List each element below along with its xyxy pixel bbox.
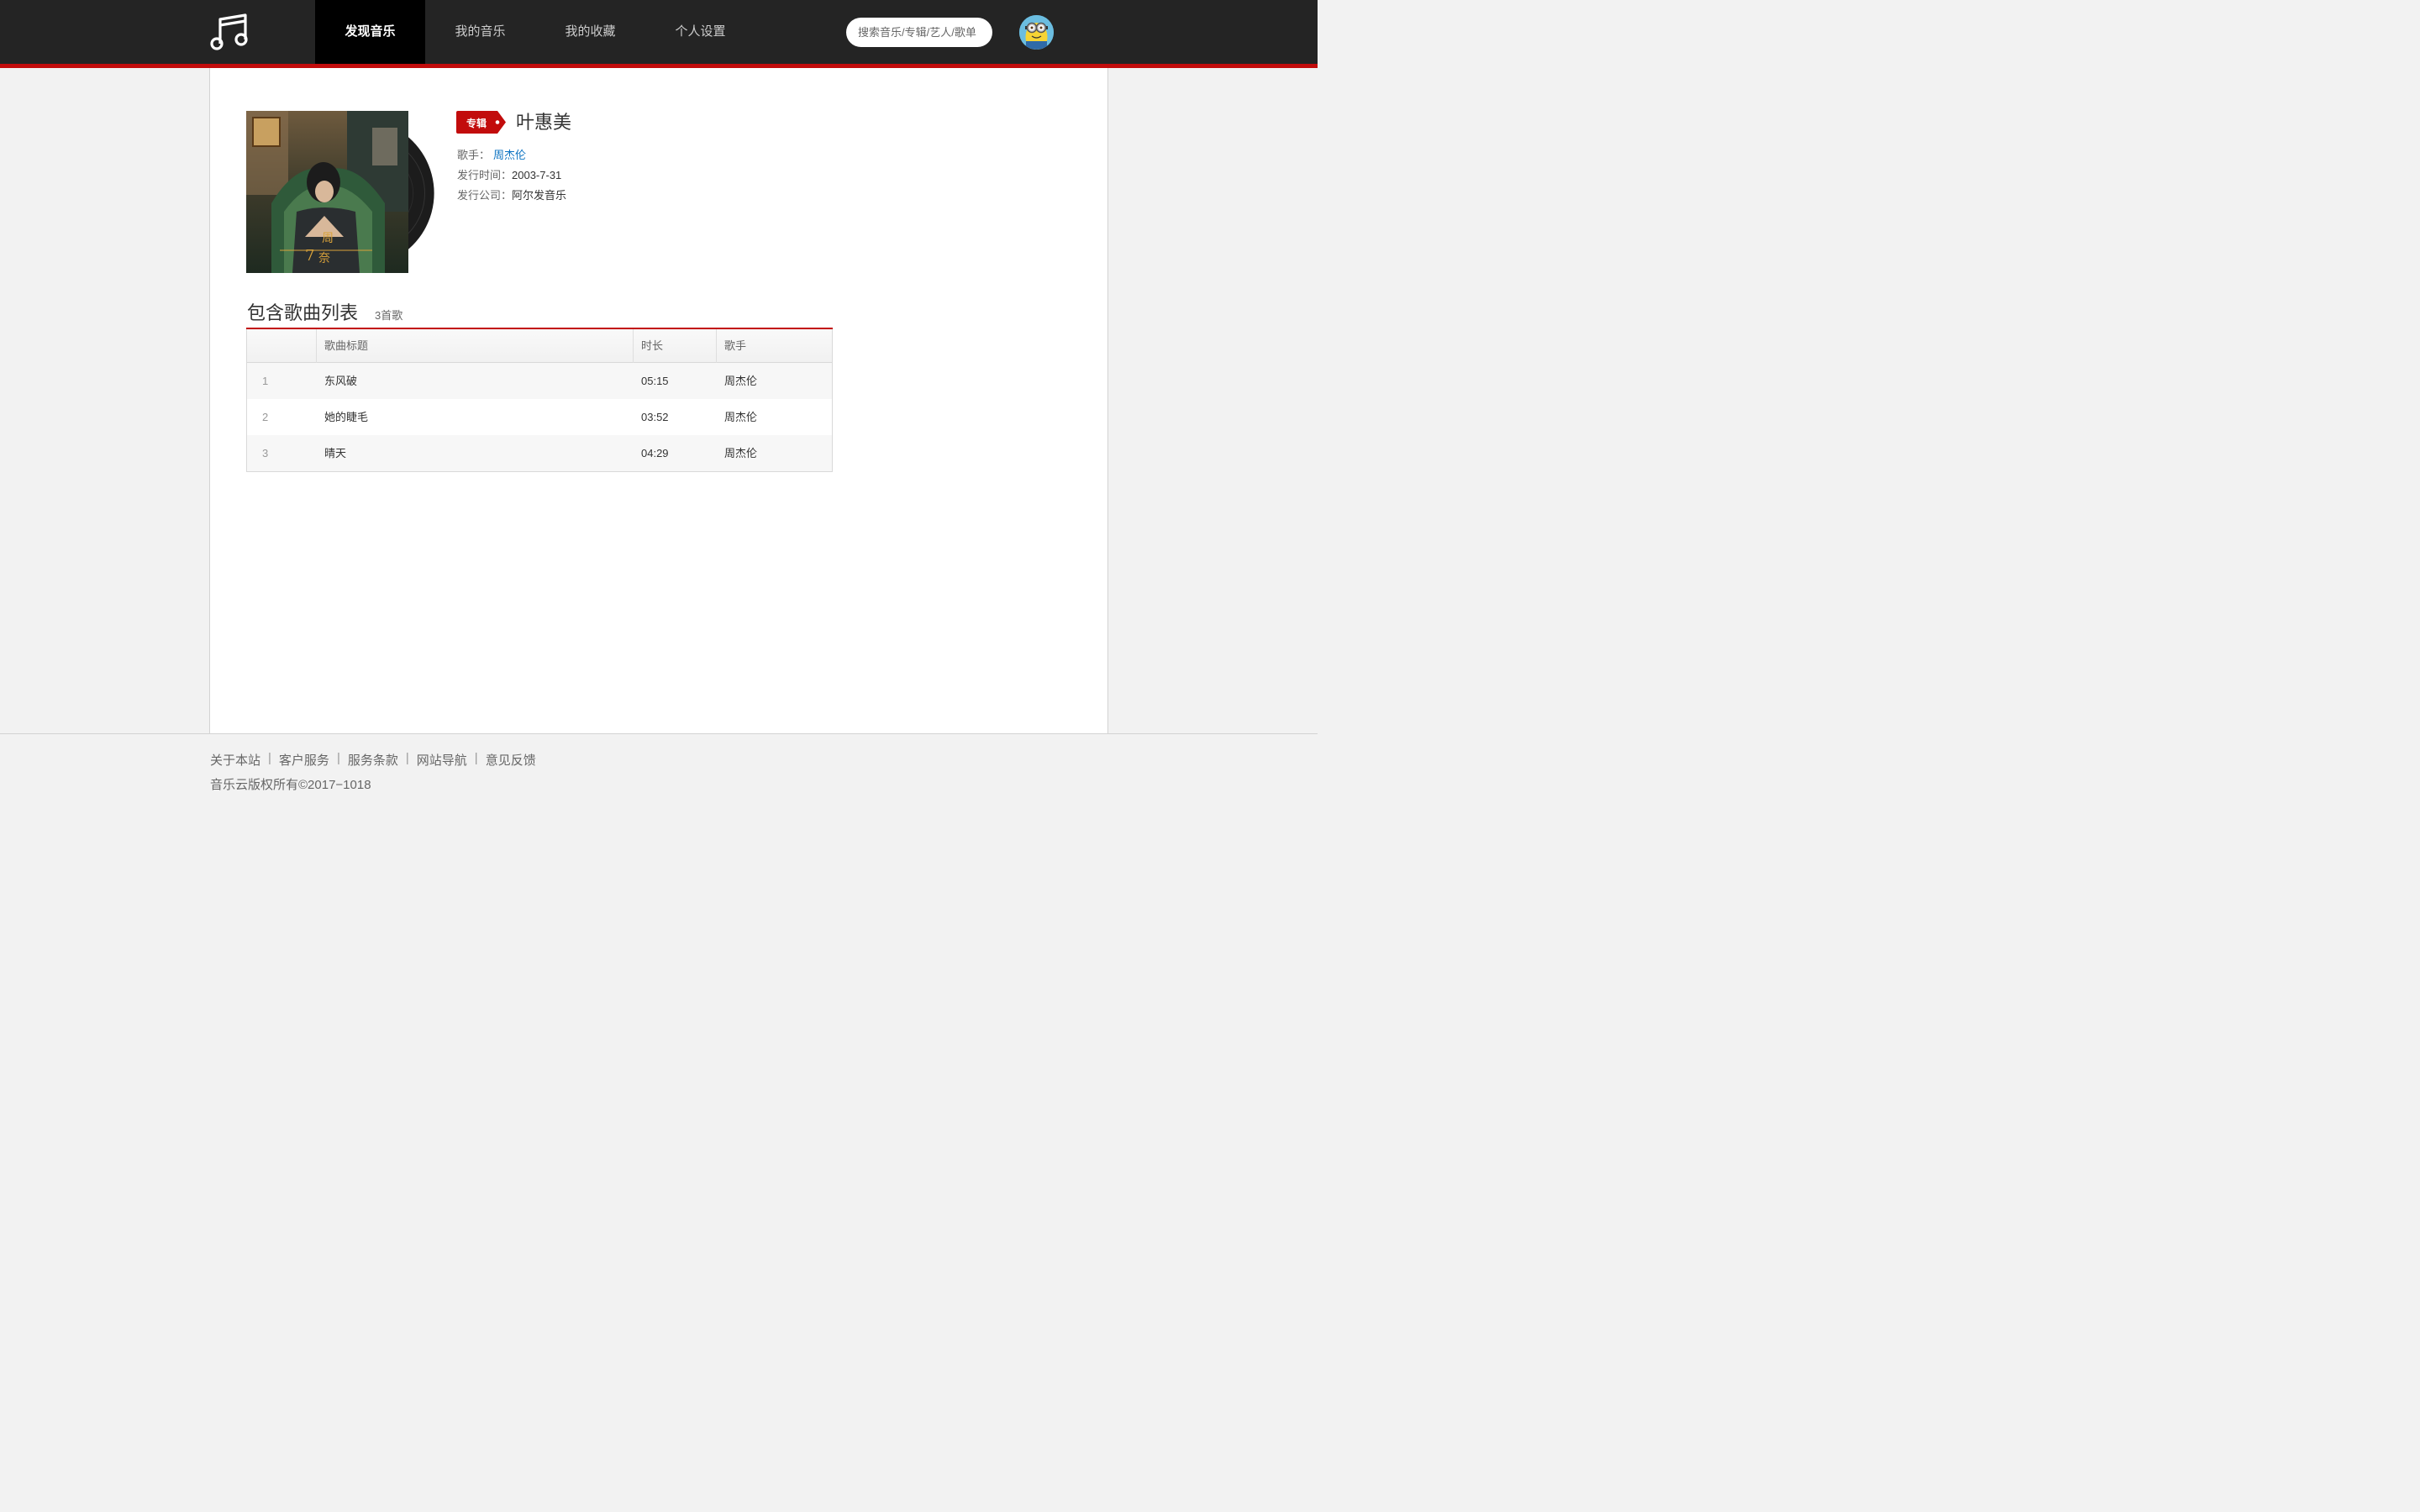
- song-table: 歌曲标题 时长 歌手 1 东风破 05:15 周杰伦 2 她的睫毛 03:52 …: [246, 329, 833, 472]
- nav-personal-settings[interactable]: 个人设置: [645, 0, 755, 64]
- nav-discover-music[interactable]: 发现音乐: [315, 0, 425, 64]
- song-duration: 05:15: [641, 375, 669, 387]
- artist-label: 歌手：: [457, 149, 491, 161]
- nav-my-favorites[interactable]: 我的收藏: [535, 0, 645, 64]
- song-count: 3首歌: [375, 309, 403, 322]
- row-index: 1: [262, 375, 269, 387]
- company-value: 阿尔发音乐: [512, 189, 567, 202]
- footer-link-about[interactable]: 关于本站: [210, 751, 260, 769]
- footer-link-customer-service[interactable]: 客户服务: [279, 751, 329, 769]
- song-artist[interactable]: 周杰伦: [717, 399, 832, 435]
- artist-link[interactable]: 周杰伦: [493, 149, 526, 161]
- company-line: 发行公司：阿尔发音乐: [457, 186, 566, 202]
- top-nav-bar: 发现音乐 我的音乐 我的收藏 个人设置: [0, 0, 1318, 64]
- album-cover-block: 周 7 奈: [246, 111, 441, 276]
- avatar[interactable]: [1019, 15, 1054, 50]
- release-date-label: 发行时间：: [457, 169, 513, 181]
- header-duration: 时长: [634, 329, 717, 363]
- row-index: 3: [262, 447, 269, 459]
- song-title[interactable]: 晴天: [317, 435, 634, 471]
- table-row[interactable]: 2 她的睫毛 03:52 周杰伦: [247, 399, 832, 435]
- row-index: 2: [262, 411, 269, 423]
- album-tag-label: 专辑: [466, 118, 487, 129]
- footer: 关于本站 | 客户服务 | 服务条款 | 网站导航 | 意见反馈 音乐云版权所有…: [0, 733, 1318, 823]
- search-input[interactable]: [846, 18, 992, 47]
- song-duration: 04:29: [641, 447, 669, 459]
- release-date-line: 发行时间：2003-7-31: [457, 166, 561, 182]
- release-date-value: 2003-7-31: [512, 169, 562, 181]
- main-panel: 周 7 奈 专辑 叶惠美 歌手： 周杰伦 发行时间：2003-7-31 发行公司：…: [209, 68, 1108, 733]
- footer-link-terms[interactable]: 服务条款: [348, 751, 398, 769]
- nav-my-music[interactable]: 我的音乐: [425, 0, 535, 64]
- header-index: [247, 329, 317, 363]
- svg-text:奈: 奈: [318, 252, 330, 265]
- header-artist: 歌手: [724, 339, 747, 352]
- song-artist[interactable]: 周杰伦: [717, 363, 832, 399]
- artist-line: 歌手： 周杰伦: [457, 146, 526, 162]
- main-nav: 发现音乐 我的音乐 我的收藏 个人设置: [315, 0, 755, 64]
- footer-separator: |: [268, 751, 271, 765]
- footer-separator: |: [336, 751, 340, 765]
- table-header: 歌曲标题 时长 歌手: [247, 329, 832, 363]
- song-artist[interactable]: 周杰伦: [717, 435, 832, 471]
- copyright: 音乐云版权所有©2017−1018: [210, 778, 371, 792]
- table-row[interactable]: 3 晴天 04:29 周杰伦: [247, 435, 832, 471]
- footer-separator: |: [405, 751, 409, 765]
- header-title: 歌曲标题: [317, 329, 634, 363]
- music-note-icon[interactable]: [208, 12, 250, 52]
- song-title[interactable]: 她的睫毛: [317, 399, 634, 435]
- footer-separator: |: [474, 751, 478, 765]
- footer-link-sitemap[interactable]: 网站导航: [417, 751, 467, 769]
- album-tag-badge: 专辑: [456, 111, 507, 134]
- song-duration: 03:52: [641, 411, 669, 423]
- svg-text:7: 7: [305, 247, 314, 265]
- svg-text:周: 周: [322, 232, 334, 245]
- song-list-title: 包含歌曲列表: [247, 302, 359, 323]
- footer-links: 关于本站 | 客户服务 | 服务条款 | 网站导航 | 意见反馈: [210, 751, 536, 769]
- footer-link-feedback[interactable]: 意见反馈: [486, 751, 536, 769]
- company-label: 发行公司：: [457, 189, 513, 202]
- song-title[interactable]: 东风破: [317, 363, 634, 399]
- table-row[interactable]: 1 东风破 05:15 周杰伦: [247, 363, 832, 399]
- album-title: 叶惠美: [516, 112, 572, 133]
- album-cover-image[interactable]: 周 7 奈: [246, 111, 408, 273]
